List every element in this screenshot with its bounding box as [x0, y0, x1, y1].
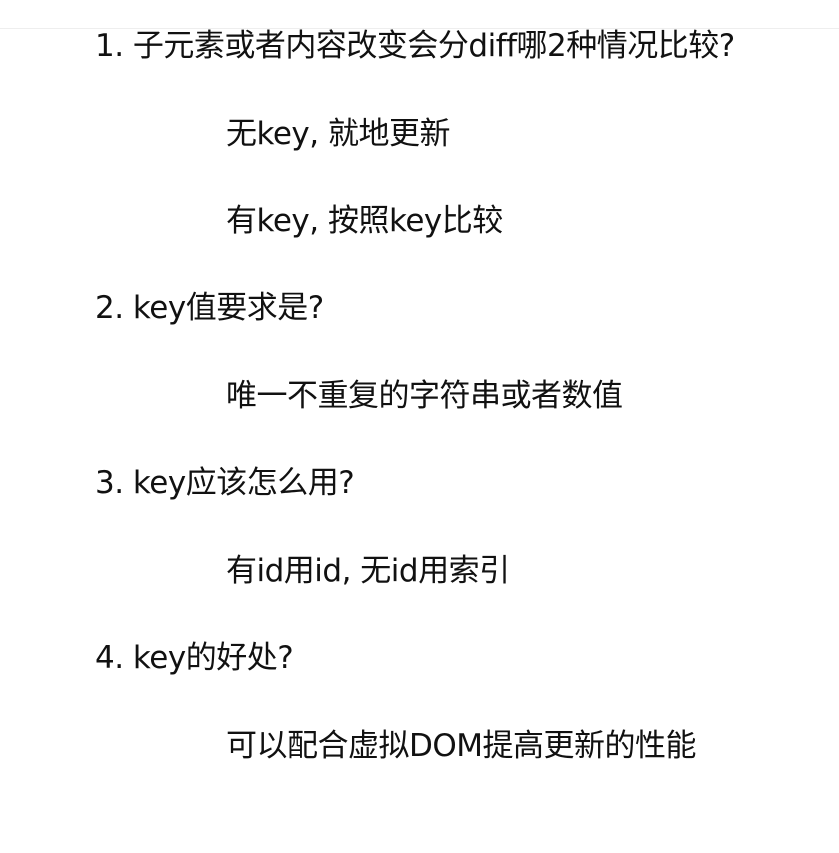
question-3: 3. key应该怎么用?: [95, 465, 355, 501]
answer-1-1: 无key, 就地更新: [226, 116, 450, 152]
document-body: 1. 子元素或者内容改变会分diff哪2种情况比较? 无key, 就地更新 有k…: [0, 0, 839, 853]
answer-1-2: 有key, 按照key比较: [226, 203, 503, 239]
answer-4-1: 可以配合虚拟DOM提高更新的性能: [226, 728, 697, 764]
question-4: 4. key的好处?: [95, 640, 294, 676]
question-2: 2. key值要求是?: [95, 290, 324, 326]
question-1: 1. 子元素或者内容改变会分diff哪2种情况比较?: [95, 28, 735, 64]
answer-2-1: 唯一不重复的字符串或者数值: [226, 378, 623, 414]
answer-3-1: 有id用id, 无id用索引: [226, 553, 510, 589]
